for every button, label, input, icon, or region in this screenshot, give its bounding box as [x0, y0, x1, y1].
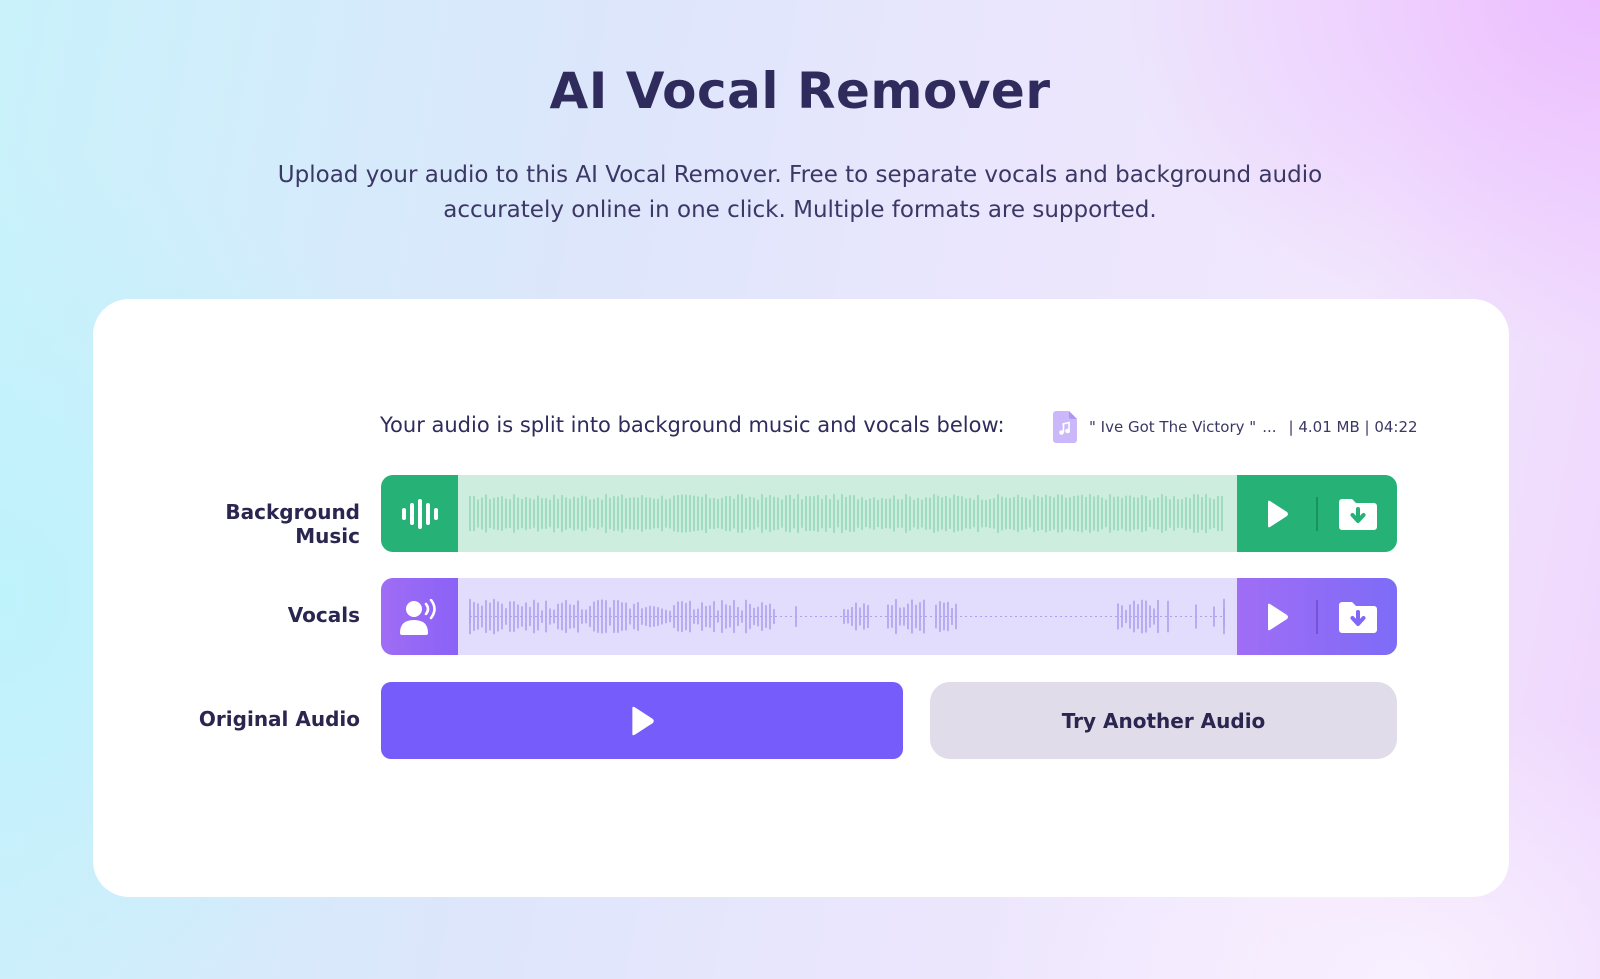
vocals-download-button[interactable] — [1318, 578, 1397, 655]
vocals-track — [381, 578, 1397, 655]
background-music-track — [381, 475, 1397, 552]
vocals-label: Vocals — [287, 603, 360, 627]
sound-wave-icon — [381, 475, 458, 552]
try-another-audio-button[interactable]: Try Another Audio — [930, 682, 1397, 759]
file-info: " Ive Got The Victory " ... | 4.01 MB | … — [1053, 411, 1418, 443]
background-music-label: Background Music — [225, 500, 360, 548]
file-name: " Ive Got The Victory " — [1089, 418, 1257, 436]
split-description: Your audio is split into background musi… — [380, 413, 1005, 437]
vocals-play-button[interactable] — [1237, 578, 1316, 655]
page-subtitle: Upload your audio to this AI Vocal Remov… — [260, 158, 1340, 228]
vocals-waveform[interactable] — [458, 578, 1237, 655]
original-audio-label: Original Audio — [198, 707, 360, 731]
play-icon — [1267, 603, 1288, 630]
vocals-controls — [1237, 578, 1397, 655]
file-name-ellipsis: ... — [1262, 418, 1277, 436]
background-music-controls — [1237, 475, 1397, 552]
music-file-icon — [1053, 411, 1077, 443]
file-size-duration: | 4.01 MB | 04:22 — [1288, 418, 1418, 436]
folder-download-icon — [1338, 498, 1377, 530]
background-music-download-button[interactable] — [1318, 475, 1397, 552]
page-title: AI Vocal Remover — [549, 62, 1051, 120]
play-icon — [632, 706, 654, 735]
background-music-play-button[interactable] — [1237, 475, 1316, 552]
play-icon — [1267, 500, 1288, 527]
original-audio-play-button[interactable] — [381, 682, 903, 759]
speaking-person-icon — [381, 578, 458, 655]
subtitle-line-2: accurately online in one click. Multiple… — [443, 197, 1157, 223]
background-music-waveform[interactable] — [458, 475, 1237, 552]
folder-download-icon — [1338, 601, 1377, 633]
subtitle-line-1: Upload your audio to this AI Vocal Remov… — [277, 162, 1323, 188]
